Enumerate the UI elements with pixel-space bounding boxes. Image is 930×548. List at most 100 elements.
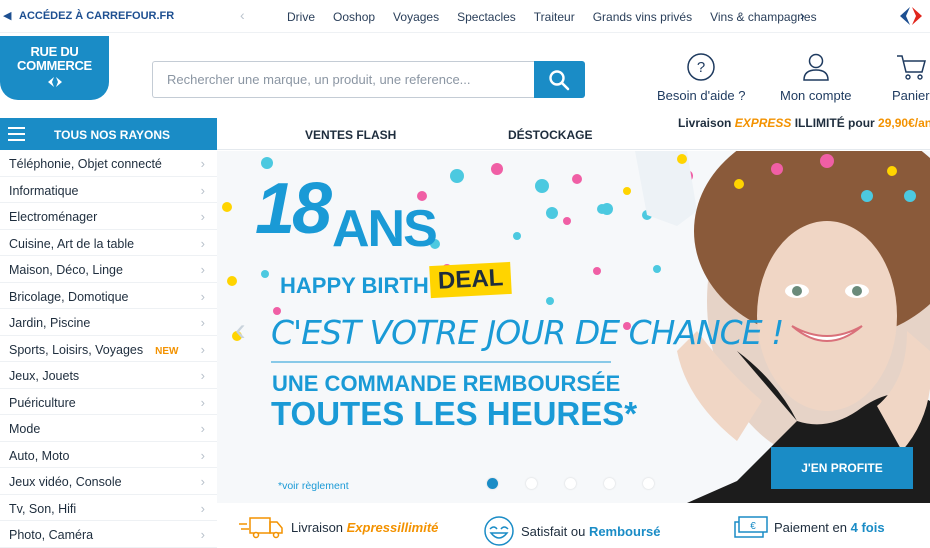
- reassurance-delivery[interactable]: Livraison Expressillimité: [239, 515, 438, 539]
- carousel-dot[interactable]: [487, 478, 498, 489]
- hero-ans: ANS: [332, 200, 438, 258]
- hero-rembourse-text: UNE COMMANDE REMBOURSÉE: [272, 371, 621, 396]
- account-label: Mon compte: [780, 88, 852, 103]
- category-label: Tv, Son, Hifi: [9, 501, 77, 516]
- category-label: Mode: [9, 422, 41, 436]
- category-label: Electroménager: [9, 210, 98, 224]
- category-item[interactable]: Jeux, Jouets ›: [0, 362, 217, 389]
- smile-icon: [484, 516, 514, 546]
- truck-icon: [239, 517, 283, 539]
- all-categories-label: TOUS NOS RAYONS: [54, 128, 171, 142]
- universe-link-voyages[interactable]: Voyages: [393, 10, 439, 24]
- chevron-right-icon: ›: [200, 182, 205, 198]
- carousel-dot[interactable]: [604, 478, 615, 489]
- reassurance-delivery-express: Expressillimité: [346, 519, 439, 535]
- category-item[interactable]: Auto, Moto ›: [0, 442, 217, 468]
- carousel-dot[interactable]: [526, 478, 537, 489]
- chevron-right-icon: ›: [200, 209, 205, 224]
- cart-label: Panier: [892, 88, 930, 103]
- category-item[interactable]: Sports, Loisirs, Voyages NEW ›: [0, 336, 217, 362]
- ventes-flash-link[interactable]: VENTES FLASH: [305, 128, 396, 142]
- category-label: Jardin, Piscine: [9, 316, 91, 330]
- destockage-link[interactable]: DÉSTOCKAGE: [508, 128, 592, 142]
- new-badge: NEW: [155, 345, 179, 357]
- search-bar: [152, 61, 585, 98]
- carrefour-logo-icon[interactable]: [896, 5, 926, 27]
- universe-link-traiteur[interactable]: Traiteur: [534, 10, 575, 24]
- category-label: Jeux, Jouets: [9, 369, 80, 383]
- category-item[interactable]: Informatique ›: [0, 177, 217, 203]
- category-item[interactable]: Cuisine, Art de la table ›: [0, 230, 217, 256]
- carousel-dot[interactable]: [565, 478, 576, 489]
- category-label: Bricolage, Domotique: [9, 289, 129, 304]
- search-input[interactable]: [152, 61, 535, 98]
- category-item[interactable]: Photo, Caméra ›: [0, 521, 217, 548]
- hero-reglement-link[interactable]: *voir règlement: [278, 480, 349, 492]
- help-icon: ?: [687, 53, 715, 81]
- logo-text-line2: COMMERCE: [17, 58, 92, 73]
- express-delivery-promo[interactable]: Livraison EXPRESS ILLIMITÉ pour 29,90€/a…: [678, 116, 930, 130]
- chevron-right-icon: ›: [200, 235, 205, 251]
- reassurance-delivery-prefix: Livraison: [291, 519, 347, 535]
- category-label: Maison, Déco, Linge: [9, 263, 123, 277]
- category-item[interactable]: Téléphonie, Objet connecté ›: [0, 150, 217, 177]
- reassurance-payment-prefix: Paiement en: [774, 519, 851, 535]
- chevron-right-icon[interactable]: ›: [800, 7, 805, 23]
- universe-link-spectacles[interactable]: Spectacles: [457, 10, 516, 24]
- chevron-right-icon: ›: [200, 156, 205, 171]
- carousel-dots: [487, 478, 654, 489]
- search-icon: [549, 70, 570, 91]
- carrefour-link[interactable]: ACCÉDEZ À CARREFOUR.FR: [19, 10, 174, 22]
- help-button[interactable]: ? Besoin d'aide ?: [657, 52, 746, 103]
- account-button[interactable]: Mon compte: [780, 52, 852, 103]
- all-categories-button[interactable]: TOUS NOS RAYONS: [0, 118, 217, 150]
- hero-happy-birth: HAPPY BIRTH: [280, 273, 429, 298]
- chevron-right-icon: ›: [200, 421, 205, 436]
- category-item[interactable]: Jardin, Piscine ›: [0, 309, 217, 336]
- rue-du-commerce-logo[interactable]: RUE DU COMMERCE: [0, 36, 109, 100]
- category-item[interactable]: Mode ›: [0, 415, 217, 442]
- hero-cta-button[interactable]: J'EN PROFITE: [771, 447, 913, 489]
- cart-icon: [896, 55, 926, 80]
- category-label: Photo, Caméra: [9, 528, 94, 542]
- chevron-right-icon: ›: [200, 315, 205, 330]
- category-label: Téléphonie, Objet connecté: [9, 157, 162, 171]
- top-bar: ◀ ACCÉDEZ À CARREFOUR.FR ‹ Drive Ooshop …: [0, 0, 930, 33]
- universe-link-grands-vins[interactable]: Grands vins privés: [593, 10, 692, 24]
- category-item[interactable]: Maison, Déco, Linge ›: [0, 256, 217, 283]
- promo-price: 29,90€/an: [878, 116, 930, 130]
- hero-number: 18: [255, 169, 332, 249]
- promo-middle: ILLIMITÉ pour: [791, 116, 879, 130]
- reassurance-payment-bold: 4 fois: [850, 519, 885, 535]
- user-icon: [803, 53, 829, 81]
- logo-text-line1: RUE DU: [30, 44, 79, 59]
- category-item[interactable]: Jeux vidéo, Console ›: [0, 468, 217, 495]
- help-label: Besoin d'aide ?: [657, 88, 746, 103]
- category-label: Cuisine, Art de la table: [9, 236, 135, 251]
- hero-deal-badge: DEAL: [429, 261, 513, 299]
- search-button[interactable]: [534, 61, 585, 98]
- carousel-prev-icon[interactable]: ‹: [235, 311, 246, 348]
- category-item[interactable]: Bricolage, Domotique ›: [0, 283, 217, 309]
- universe-nav: Drive Ooshop Voyages Spectacles Traiteur…: [287, 10, 817, 24]
- cart-button[interactable]: Panier: [892, 52, 930, 103]
- chevron-right-icon: ›: [200, 500, 205, 516]
- reassurance-strip: Livraison Expressillimité Satisfait ou R…: [217, 505, 930, 548]
- promo-express: EXPRESS: [734, 116, 792, 130]
- reassurance-satisfaction[interactable]: Satisfait ou Remboursé: [483, 515, 660, 547]
- category-item[interactable]: Puériculture ›: [0, 389, 217, 415]
- hero-heures-text: TOUTES LES HEURES*: [271, 395, 638, 432]
- carrefour-mini-icon: [47, 77, 62, 87]
- hero-banner[interactable]: 18 ANS HAPPY BIRTH DEAL C'EST VOTRE JOUR…: [217, 151, 930, 503]
- carousel-dot[interactable]: [643, 478, 654, 489]
- reassurance-satisfaction-bold: Remboursé: [588, 523, 661, 539]
- chevron-left-icon[interactable]: ‹: [240, 7, 245, 23]
- universe-link-drive[interactable]: Drive: [287, 10, 315, 24]
- category-item[interactable]: Electroménager ›: [0, 203, 217, 230]
- category-item[interactable]: Tv, Son, Hifi ›: [0, 495, 217, 521]
- chevron-right-icon: ›: [200, 262, 205, 277]
- universe-link-ooshop[interactable]: Ooshop: [333, 10, 375, 24]
- back-arrow-icon[interactable]: ◀: [3, 9, 11, 22]
- hero-chance-text: C'EST VOTRE JOUR DE CHANCE !: [271, 313, 784, 352]
- reassurance-payment[interactable]: € Paiement en 4 fois: [734, 515, 885, 539]
